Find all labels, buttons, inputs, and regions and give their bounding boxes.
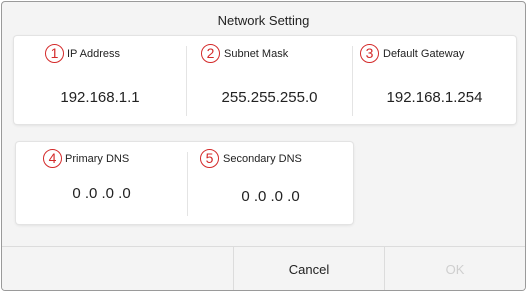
marker-4-icon: 4 <box>43 149 62 168</box>
primary-dns-field[interactable]: 4 Primary DNS 0 .0 .0 .0 <box>16 142 187 224</box>
marker-1-icon: 1 <box>45 44 64 63</box>
marker-3-icon: 3 <box>360 44 379 63</box>
primary-dns-label: Primary DNS <box>65 153 130 165</box>
marker-5-icon: 5 <box>200 149 219 168</box>
dns-card: 4 Primary DNS 0 .0 .0 .0 5 Secondary DNS… <box>16 142 353 224</box>
secondary-dns-label: Secondary DNS <box>223 153 302 165</box>
ok-button[interactable]: OK <box>385 247 525 290</box>
default-gateway-value[interactable]: 192.168.1.254 <box>353 89 516 106</box>
default-gateway-label: Default Gateway <box>383 48 465 60</box>
ip-address-field[interactable]: 1 IP Address 192.168.1.1 <box>14 36 186 124</box>
marker-2-icon: 2 <box>201 44 220 63</box>
subnet-mask-label: Subnet Mask <box>224 48 289 60</box>
ip-address-label: IP Address <box>67 48 120 60</box>
button-bar: Cancel OK <box>2 246 525 290</box>
network-setting-dialog: Network Setting 1 IP Address 192.168.1.1… <box>1 1 526 291</box>
ip-address-value[interactable]: 192.168.1.1 <box>14 89 186 106</box>
cancel-button[interactable]: Cancel <box>234 247 384 290</box>
secondary-dns-value[interactable]: 0 .0 .0 .0 <box>188 188 353 205</box>
subnet-mask-field[interactable]: 2 Subnet Mask 255.255.255.0 <box>187 36 352 124</box>
primary-dns-value[interactable]: 0 .0 .0 .0 <box>16 185 187 202</box>
default-gateway-field[interactable]: 3 Default Gateway 192.168.1.254 <box>353 36 516 124</box>
dialog-title: Network Setting <box>217 13 310 28</box>
secondary-dns-field[interactable]: 5 Secondary DNS 0 .0 .0 .0 <box>188 142 353 224</box>
address-card: 1 IP Address 192.168.1.1 2 Subnet Mask 2… <box>14 36 516 124</box>
subnet-mask-value[interactable]: 255.255.255.0 <box>187 89 352 106</box>
